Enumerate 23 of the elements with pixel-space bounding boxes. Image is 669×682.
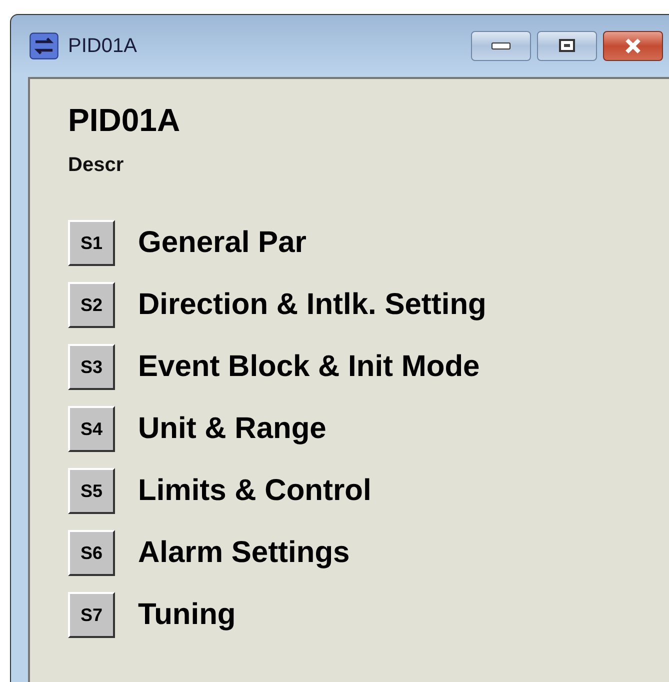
block-heading: PID01A (68, 101, 182, 139)
section-button[interactable]: S4 (68, 406, 115, 452)
section-label: Unit & Range (138, 412, 326, 446)
section-button[interactable]: S3 (68, 344, 115, 390)
arrows-icon (28, 31, 60, 61)
minimize-button[interactable] (471, 31, 531, 61)
section-button[interactable]: S7 (68, 592, 115, 638)
section-label: Tuning (138, 598, 236, 632)
section-label: Limits & Control (138, 474, 372, 508)
close-button[interactable] (603, 31, 663, 61)
section-label: Direction & Intlk. Setting (138, 288, 486, 322)
section-label: General Par (138, 226, 306, 260)
maximize-icon (557, 38, 577, 54)
section-label: Event Block & Init Mode (138, 350, 480, 384)
window-title: PID01A (68, 34, 137, 58)
maximize-button[interactable] (537, 31, 597, 61)
block-description: Descr (68, 153, 125, 177)
section-label: Alarm Settings (138, 536, 350, 570)
minimize-icon (490, 41, 512, 51)
section-button[interactable]: S2 (68, 282, 115, 328)
section-button[interactable]: S5 (68, 468, 115, 514)
section-button[interactable]: S6 (68, 530, 115, 576)
section-button[interactable]: S1 (68, 220, 115, 266)
